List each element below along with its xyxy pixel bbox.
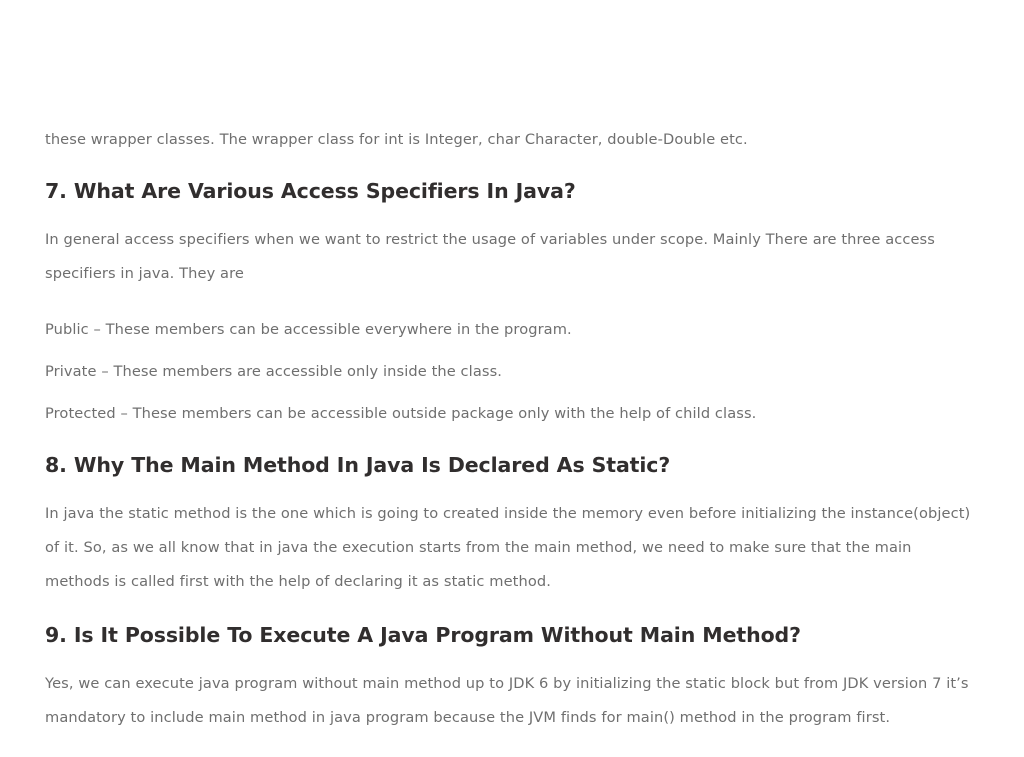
section-heading-7: 7. What Are Various Access Specifiers In… xyxy=(45,179,576,203)
article-content: these wrapper classes. The wrapper class… xyxy=(45,123,980,757)
intro-continuation-paragraph: these wrapper classes. The wrapper class… xyxy=(45,131,748,148)
section-7-paragraph-1: In general access specifiers when we wan… xyxy=(45,231,935,282)
document-page: these wrapper classes. The wrapper class… xyxy=(0,0,1024,726)
access-specifier-protected: Protected – These members can be accessi… xyxy=(45,405,757,422)
section-heading-8: 8. Why The Main Method In Java Is Declar… xyxy=(45,453,671,477)
access-specifier-public: Public – These members can be accessible… xyxy=(45,321,572,338)
section-heading-9: 9. Is It Possible To Execute A Java Prog… xyxy=(45,623,801,647)
access-specifier-private: Private – These members are accessible o… xyxy=(45,363,503,380)
section-8-paragraph-1: In java the static method is the one whi… xyxy=(45,505,971,590)
